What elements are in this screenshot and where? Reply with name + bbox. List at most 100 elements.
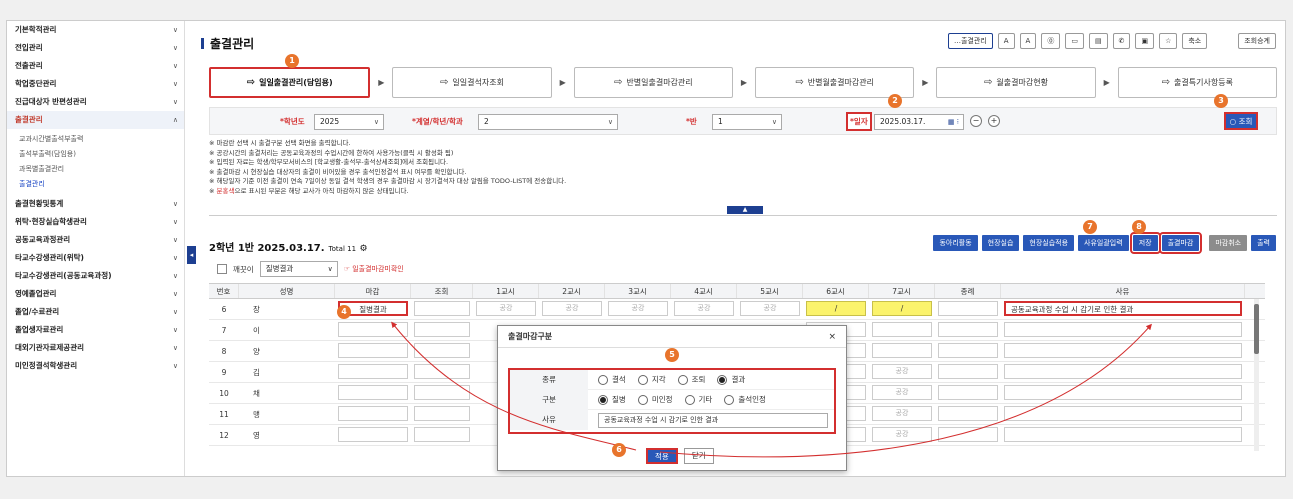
radio-option[interactable]: 출석인정: [724, 394, 766, 405]
period-cell[interactable]: 공강: [674, 301, 734, 316]
grid-cell[interactable]: [938, 427, 998, 442]
sidebar-item[interactable]: 진급대상자 반편성관리 ∨: [7, 93, 184, 111]
reason-input[interactable]: [1004, 364, 1242, 379]
prev-date-button[interactable]: −: [970, 115, 982, 127]
period-cell[interactable]: [872, 343, 932, 358]
action-button[interactable]: 저장: [1129, 232, 1161, 254]
close-cell[interactable]: [338, 364, 408, 379]
period-cell[interactable]: 공강: [740, 301, 800, 316]
step-tab[interactable]: ⇨ 월출결마감현황: [936, 66, 1096, 98]
sidebar-collapse-button[interactable]: ◂: [187, 246, 196, 264]
radio-option[interactable]: 질병: [598, 394, 626, 405]
grid-cell[interactable]: [938, 406, 998, 421]
reason-input[interactable]: [1004, 343, 1242, 358]
column-header[interactable]: 6교시: [803, 284, 869, 298]
close-cell[interactable]: [338, 427, 408, 442]
period-cell[interactable]: [872, 322, 932, 337]
search-button[interactable]: ○ 조회: [1224, 112, 1258, 130]
sidebar-item[interactable]: 전입관리 ∨: [7, 39, 184, 57]
grid-cell[interactable]: [938, 301, 998, 316]
radio-option[interactable]: 미인정: [637, 394, 673, 405]
column-header[interactable]: 1교시: [473, 284, 539, 298]
period-cell[interactable]: 공강: [872, 427, 932, 442]
column-header[interactable]: 번호: [209, 284, 239, 298]
apply-button[interactable]: 적용: [646, 448, 678, 464]
grid-cell[interactable]: [414, 406, 470, 421]
sidebar-subitem[interactable]: 교과시간별출석부출력: [7, 132, 184, 147]
toolbar-button[interactable]: 조회승계: [1238, 33, 1276, 49]
radio-button[interactable]: [684, 394, 695, 405]
action-button[interactable]: 사유일괄입력: [1078, 235, 1129, 251]
toolbar-button[interactable]: A: [997, 33, 1015, 49]
toolbar-button[interactable]: …출결관리: [947, 33, 993, 49]
period-cell[interactable]: 공강: [542, 301, 602, 316]
column-header[interactable]: 3교시: [605, 284, 671, 298]
close-icon[interactable]: ×: [828, 326, 836, 348]
sidebar-item[interactable]: 출결관리 ∧: [7, 111, 184, 129]
grid-cell[interactable]: [414, 301, 470, 316]
sidebar-item[interactable]: 타교수강생관리(공동교육과정) ∨: [7, 267, 184, 285]
step-tab[interactable]: ⇨ 일일결석자조회: [392, 66, 552, 98]
grid-cell[interactable]: [414, 322, 470, 337]
grid-cell[interactable]: [938, 343, 998, 358]
column-header[interactable]: 조회: [411, 284, 473, 298]
ban-select[interactable]: 1 ∨: [712, 114, 782, 130]
sidebar-item[interactable]: 타교수강생관리(위탁) ∨: [7, 249, 184, 267]
column-header[interactable]: 성명: [239, 284, 335, 298]
radio-option[interactable]: 조퇴: [677, 374, 705, 385]
sidebar-subitem[interactable]: 과목별출결관리: [7, 162, 184, 177]
close-cell[interactable]: [338, 343, 408, 358]
grid-cell[interactable]: [414, 427, 470, 442]
grid-cell[interactable]: [414, 343, 470, 358]
grade-select[interactable]: 2 ∨: [478, 114, 618, 130]
column-header[interactable]: 7교시: [869, 284, 935, 298]
step-tab[interactable]: ⇨ 출결특기사항등록: [1117, 66, 1277, 98]
period-cell[interactable]: 공강: [872, 406, 932, 421]
reason-input[interactable]: [1004, 322, 1242, 337]
period-cell[interactable]: 공강: [476, 301, 536, 316]
radio-button[interactable]: [637, 394, 648, 405]
year-select[interactable]: 2025 ∨: [314, 114, 384, 130]
reason-input[interactable]: [1004, 406, 1242, 421]
grid-cell[interactable]: [938, 385, 998, 400]
close-cell[interactable]: [338, 406, 408, 421]
action-button[interactable]: 동아리활동: [933, 235, 978, 251]
sidebar-item[interactable]: 졸업생자료관리 ∨: [7, 321, 184, 339]
radio-button[interactable]: [637, 374, 648, 385]
sidebar-subitem[interactable]: 출석부출력(담임용): [7, 147, 184, 162]
radio-button[interactable]: [598, 374, 608, 385]
sidebar-item[interactable]: 영예졸업관리 ∨: [7, 285, 184, 303]
radio-option[interactable]: 결과: [717, 374, 745, 385]
close-cell[interactable]: [338, 385, 408, 400]
sidebar-item[interactable]: 공동교육과정관리 ∨: [7, 231, 184, 249]
step-tab[interactable]: ⇨ 일일출결관리(담임용): [209, 66, 371, 98]
clean-checkbox[interactable]: [217, 264, 227, 274]
toolbar-button[interactable]: 축소: [1182, 33, 1208, 49]
action-button[interactable]: 현장실습적용: [1023, 235, 1075, 251]
radio-button[interactable]: [598, 394, 608, 405]
period-cell[interactable]: /: [872, 301, 932, 316]
radio-option[interactable]: 결석: [598, 374, 626, 385]
period-cell[interactable]: 공강: [872, 364, 932, 379]
calendar-icon[interactable]: ▦ ⁝: [948, 115, 959, 129]
toolbar-button[interactable]: ▣: [1135, 33, 1155, 49]
grid-cell[interactable]: [938, 322, 998, 337]
toolbar-button[interactable]: ▭: [1065, 33, 1084, 49]
sidebar-item[interactable]: 학업중단관리 ∨: [7, 75, 184, 93]
period-cell[interactable]: 공강: [872, 385, 932, 400]
toolbar-button[interactable]: ✆: [1112, 33, 1131, 49]
sidebar-item[interactable]: 전출관리 ∨: [7, 57, 184, 75]
sidebar-subitem[interactable]: 출결관리: [7, 177, 184, 192]
grid-scrollbar[interactable]: [1254, 299, 1259, 451]
column-header[interactable]: 종례: [935, 284, 1001, 298]
sidebar-item[interactable]: 졸업/수료관리 ∨: [7, 303, 184, 321]
sidebar-item[interactable]: 출결현황및통계 ∨: [7, 195, 184, 213]
grid-cell[interactable]: [938, 364, 998, 379]
action-button[interactable]: 출력: [1251, 235, 1276, 251]
radio-option[interactable]: 기타: [684, 394, 712, 405]
toolbar-button[interactable]: ☆: [1159, 33, 1178, 49]
column-header[interactable]: 2교시: [539, 284, 605, 298]
result-select[interactable]: 질병결과 ∨: [259, 261, 338, 277]
action-button[interactable]: 현장실습: [981, 235, 1020, 251]
settings-icon[interactable]: ⚙: [360, 244, 368, 254]
